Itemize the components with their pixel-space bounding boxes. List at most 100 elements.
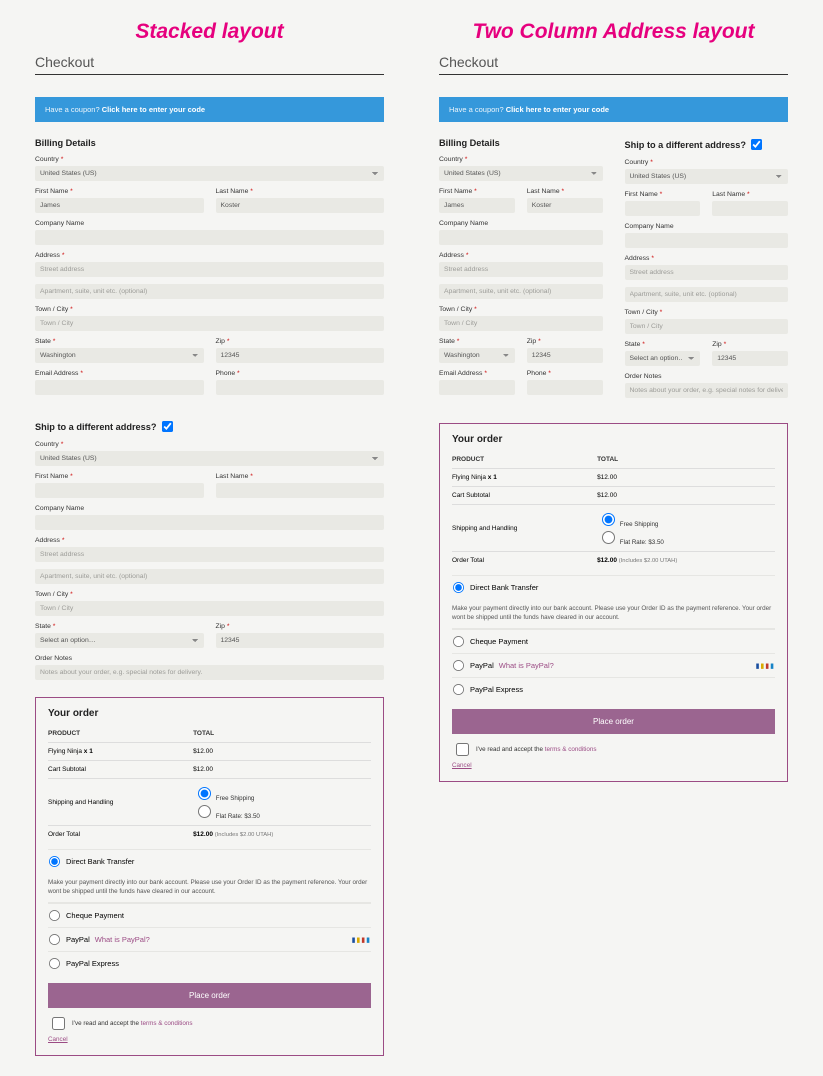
ship-company-input[interactable]: [35, 515, 384, 530]
address1-input[interactable]: [35, 262, 384, 277]
s2-first[interactable]: [625, 201, 701, 216]
b2-company[interactable]: [439, 230, 603, 245]
phone-input[interactable]: [216, 380, 385, 395]
pay-cheque-2[interactable]: Cheque Payment: [452, 629, 775, 653]
ship-first-name-input[interactable]: [35, 483, 204, 498]
line-item: Flying Ninja x 1: [48, 743, 193, 761]
ship-flat-option[interactable]: Flat Rate: $3.50: [193, 802, 371, 820]
ship-free-option[interactable]: Free Shipping: [193, 784, 371, 802]
stacked-layout-column: Stacked layout Checkout Have a coupon? C…: [35, 20, 384, 1056]
s2-country[interactable]: United States (US): [625, 169, 789, 184]
b2-last-name[interactable]: [527, 198, 603, 213]
ship-address1-input[interactable]: [35, 547, 384, 562]
s2-zip[interactable]: [712, 351, 788, 366]
pay-cheque[interactable]: Cheque Payment: [48, 903, 371, 927]
cancel-link[interactable]: Cancel: [48, 1036, 68, 1043]
twocolumn-layout-title: Two Column Address layout: [439, 20, 788, 44]
ship-country-select[interactable]: United States (US): [35, 451, 384, 466]
s2-company[interactable]: [625, 233, 789, 248]
terms-link[interactable]: terms & conditions: [141, 1020, 193, 1027]
b2-addr2[interactable]: [439, 284, 603, 299]
title-rule-2: [439, 74, 788, 75]
ship-flat-option-2[interactable]: Flat Rate: $3.50: [597, 528, 775, 546]
address2-input[interactable]: [35, 284, 384, 299]
company-input[interactable]: [35, 230, 384, 245]
your-order-heading: Your order: [48, 708, 371, 719]
phone-label: Phone: [216, 370, 385, 377]
s2-state[interactable]: Select an option…: [625, 351, 701, 366]
billing-column: Billing Details CountryUnited States (US…: [439, 138, 603, 405]
zip-input[interactable]: [216, 348, 385, 363]
coupon-link[interactable]: Click here to enter your code: [102, 105, 205, 114]
b2-addr1[interactable]: [439, 262, 603, 277]
terms-row[interactable]: I've read and accept the terms & conditi…: [48, 1008, 371, 1033]
b2-country-select[interactable]: United States (US): [439, 166, 603, 181]
cancel-link-2[interactable]: Cancel: [452, 762, 472, 769]
country-select[interactable]: United States (US): [35, 166, 384, 181]
b2-zip[interactable]: [527, 348, 603, 363]
ship-different-heading: Ship to a different address?: [35, 420, 384, 433]
s2-notes[interactable]: [625, 383, 789, 398]
last-name-label: Last Name: [216, 188, 385, 195]
address-label: Address: [35, 252, 384, 259]
pay-paypal[interactable]: PayPal What is PayPal?▮▮▮▮: [48, 927, 371, 951]
title-rule: [35, 74, 384, 75]
s2-addr2[interactable]: [625, 287, 789, 302]
coupon-notice[interactable]: Have a coupon? Click here to enter your …: [35, 97, 384, 122]
country-field: Country United States (US): [35, 156, 384, 181]
ship-different-checkbox[interactable]: [161, 421, 172, 432]
address-two-up: Billing Details CountryUnited States (US…: [439, 138, 788, 405]
s2-last[interactable]: [712, 201, 788, 216]
page-title-2: Checkout: [439, 54, 788, 70]
coupon-notice-2[interactable]: Have a coupon? Click here to enter your …: [439, 97, 788, 122]
email-input[interactable]: [35, 380, 204, 395]
company-label: Company Name: [35, 220, 384, 227]
ship-free-option-2[interactable]: Free Shipping: [597, 510, 775, 528]
order-review-box-2: Your order PRODUCTTOTAL Flying Ninja x 1…: [439, 423, 788, 782]
ship-state-select[interactable]: Select an option…: [35, 633, 204, 648]
stacked-layout-title: Stacked layout: [35, 20, 384, 44]
payment-methods: Direct Bank Transfer Make your payment d…: [48, 843, 371, 975]
order-notes-label: Order Notes: [35, 655, 384, 662]
zip-label: Zip: [216, 338, 385, 345]
place-order-button-2[interactable]: Place order: [452, 709, 775, 734]
order-table-2: PRODUCTTOTAL Flying Ninja x 1$12.00 Cart…: [452, 451, 775, 569]
state-select[interactable]: Washington: [35, 348, 204, 363]
page-title: Checkout: [35, 54, 384, 70]
order-review-box: Your order PRODUCTTOTAL Flying Ninja x 1…: [35, 697, 384, 1056]
place-order-button[interactable]: Place order: [48, 983, 371, 1008]
pay-paypal-express-2[interactable]: PayPal Express: [452, 677, 775, 701]
b2-first-name[interactable]: [439, 198, 515, 213]
b2-phone[interactable]: [527, 380, 603, 395]
ship-last-name-input[interactable]: [216, 483, 385, 498]
pay-paypal-2[interactable]: PayPal What is PayPal?▮▮▮▮: [452, 653, 775, 677]
b2-town[interactable]: [439, 316, 603, 331]
pay-direct[interactable]: Direct Bank Transfer: [48, 849, 371, 873]
coupon-prompt: Have a coupon?: [45, 105, 102, 114]
pay-paypal-express[interactable]: PayPal Express: [48, 951, 371, 975]
first-name-label: First Name: [35, 188, 204, 195]
pay-direct-2[interactable]: Direct Bank Transfer: [452, 575, 775, 599]
shipping-column: Ship to a different address? CountryUnit…: [625, 138, 789, 405]
terms-link-2[interactable]: terms & conditions: [545, 746, 597, 753]
b2-email[interactable]: [439, 380, 515, 395]
order-notes-input[interactable]: [35, 665, 384, 680]
country-label: Country: [35, 156, 384, 163]
first-name-input[interactable]: [35, 198, 204, 213]
billing-details-heading: Billing Details: [35, 138, 384, 148]
terms-row-2[interactable]: I've read and accept the terms & conditi…: [452, 734, 775, 759]
s2-addr1[interactable]: [625, 265, 789, 280]
ship-address2-input[interactable]: [35, 569, 384, 584]
s2-ship-different-checkbox[interactable]: [751, 139, 762, 150]
ship-zip-input[interactable]: [216, 633, 385, 648]
ship-town-input[interactable]: [35, 601, 384, 616]
town-input[interactable]: [35, 316, 384, 331]
last-name-input[interactable]: [216, 198, 385, 213]
coupon-link-2[interactable]: Click here to enter your code: [506, 105, 609, 114]
b2-state[interactable]: Washington: [439, 348, 515, 363]
card-icons-2: ▮▮▮▮: [756, 662, 775, 670]
card-icons: ▮▮▮▮: [352, 936, 371, 944]
twocolumn-layout-column: Two Column Address layout Checkout Have …: [439, 20, 788, 1056]
s2-town[interactable]: [625, 319, 789, 334]
email-label: Email Address: [35, 370, 204, 377]
